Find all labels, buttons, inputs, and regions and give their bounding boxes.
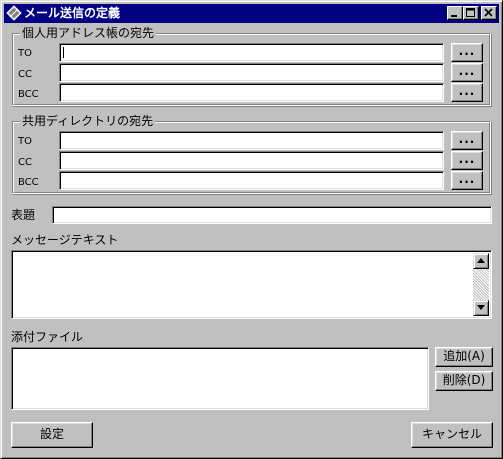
personal-bcc-label: BCC [18, 89, 39, 100]
shared-directory-legend: 共用ディレクトリの宛先 [20, 113, 156, 129]
shared-cc-input[interactable] [59, 151, 444, 170]
cancel-button[interactable]: キャンセル [411, 422, 493, 448]
personal-to-browse-button[interactable]: ... [451, 43, 483, 62]
dialog-window: メール送信の定義 個人用アドレス帳の宛先 TO ... CC ... BCC .… [0, 0, 503, 459]
add-attachment-button[interactable]: 追加(A) [435, 347, 493, 367]
attachments-list[interactable] [11, 347, 429, 410]
scroll-down-button[interactable] [473, 300, 489, 316]
minimize-button[interactable] [447, 6, 463, 20]
maximize-button[interactable] [463, 6, 479, 20]
window-title: メール送信の定義 [24, 6, 121, 20]
shared-to-label: TO [18, 136, 32, 147]
shared-bcc-label: BCC [18, 177, 39, 188]
arrow-down-icon [477, 305, 485, 310]
delete-attachment-button[interactable]: 削除(D) [435, 371, 493, 391]
personal-cc-label: CC [18, 69, 32, 80]
personal-cc-input[interactable] [59, 63, 444, 82]
close-icon [484, 8, 493, 17]
shared-directory-group: 共用ディレクトリの宛先 TO ... CC ... BCC ... [12, 113, 491, 194]
personal-to-input[interactable] [59, 43, 444, 62]
personal-to-label: TO [18, 48, 32, 59]
attachments-label: 添付ファイル [11, 330, 84, 344]
shared-to-input[interactable] [59, 131, 444, 150]
minimize-icon [451, 15, 457, 17]
scroll-up-button[interactable] [473, 253, 489, 269]
personal-bcc-browse-button[interactable]: ... [451, 83, 483, 102]
subject-input[interactable] [52, 206, 492, 224]
shared-bcc-input[interactable] [59, 171, 444, 190]
title-bar[interactable]: メール送信の定義 [4, 4, 499, 23]
personal-bcc-input[interactable] [59, 83, 444, 102]
shared-cc-label: CC [18, 157, 32, 168]
maximize-icon [466, 8, 475, 17]
message-vertical-scrollbar[interactable] [473, 253, 489, 316]
personal-cc-browse-button[interactable]: ... [451, 63, 483, 82]
message-textarea[interactable] [11, 250, 492, 319]
message-label: メッセージテキスト [11, 233, 119, 247]
subject-label: 表題 [11, 208, 36, 222]
arrow-up-icon [477, 258, 485, 263]
shared-cc-browse-button[interactable]: ... [451, 151, 483, 170]
personal-address-legend: 個人用アドレス帳の宛先 [20, 25, 157, 41]
close-button[interactable] [481, 6, 497, 20]
shared-bcc-browse-button[interactable]: ... [451, 171, 483, 190]
app-diamond-icon[interactable] [6, 5, 22, 21]
shared-to-browse-button[interactable]: ... [451, 131, 483, 150]
ok-button[interactable]: 設定 [11, 422, 93, 448]
personal-address-group: 個人用アドレス帳の宛先 TO ... CC ... BCC ... [12, 25, 491, 106]
